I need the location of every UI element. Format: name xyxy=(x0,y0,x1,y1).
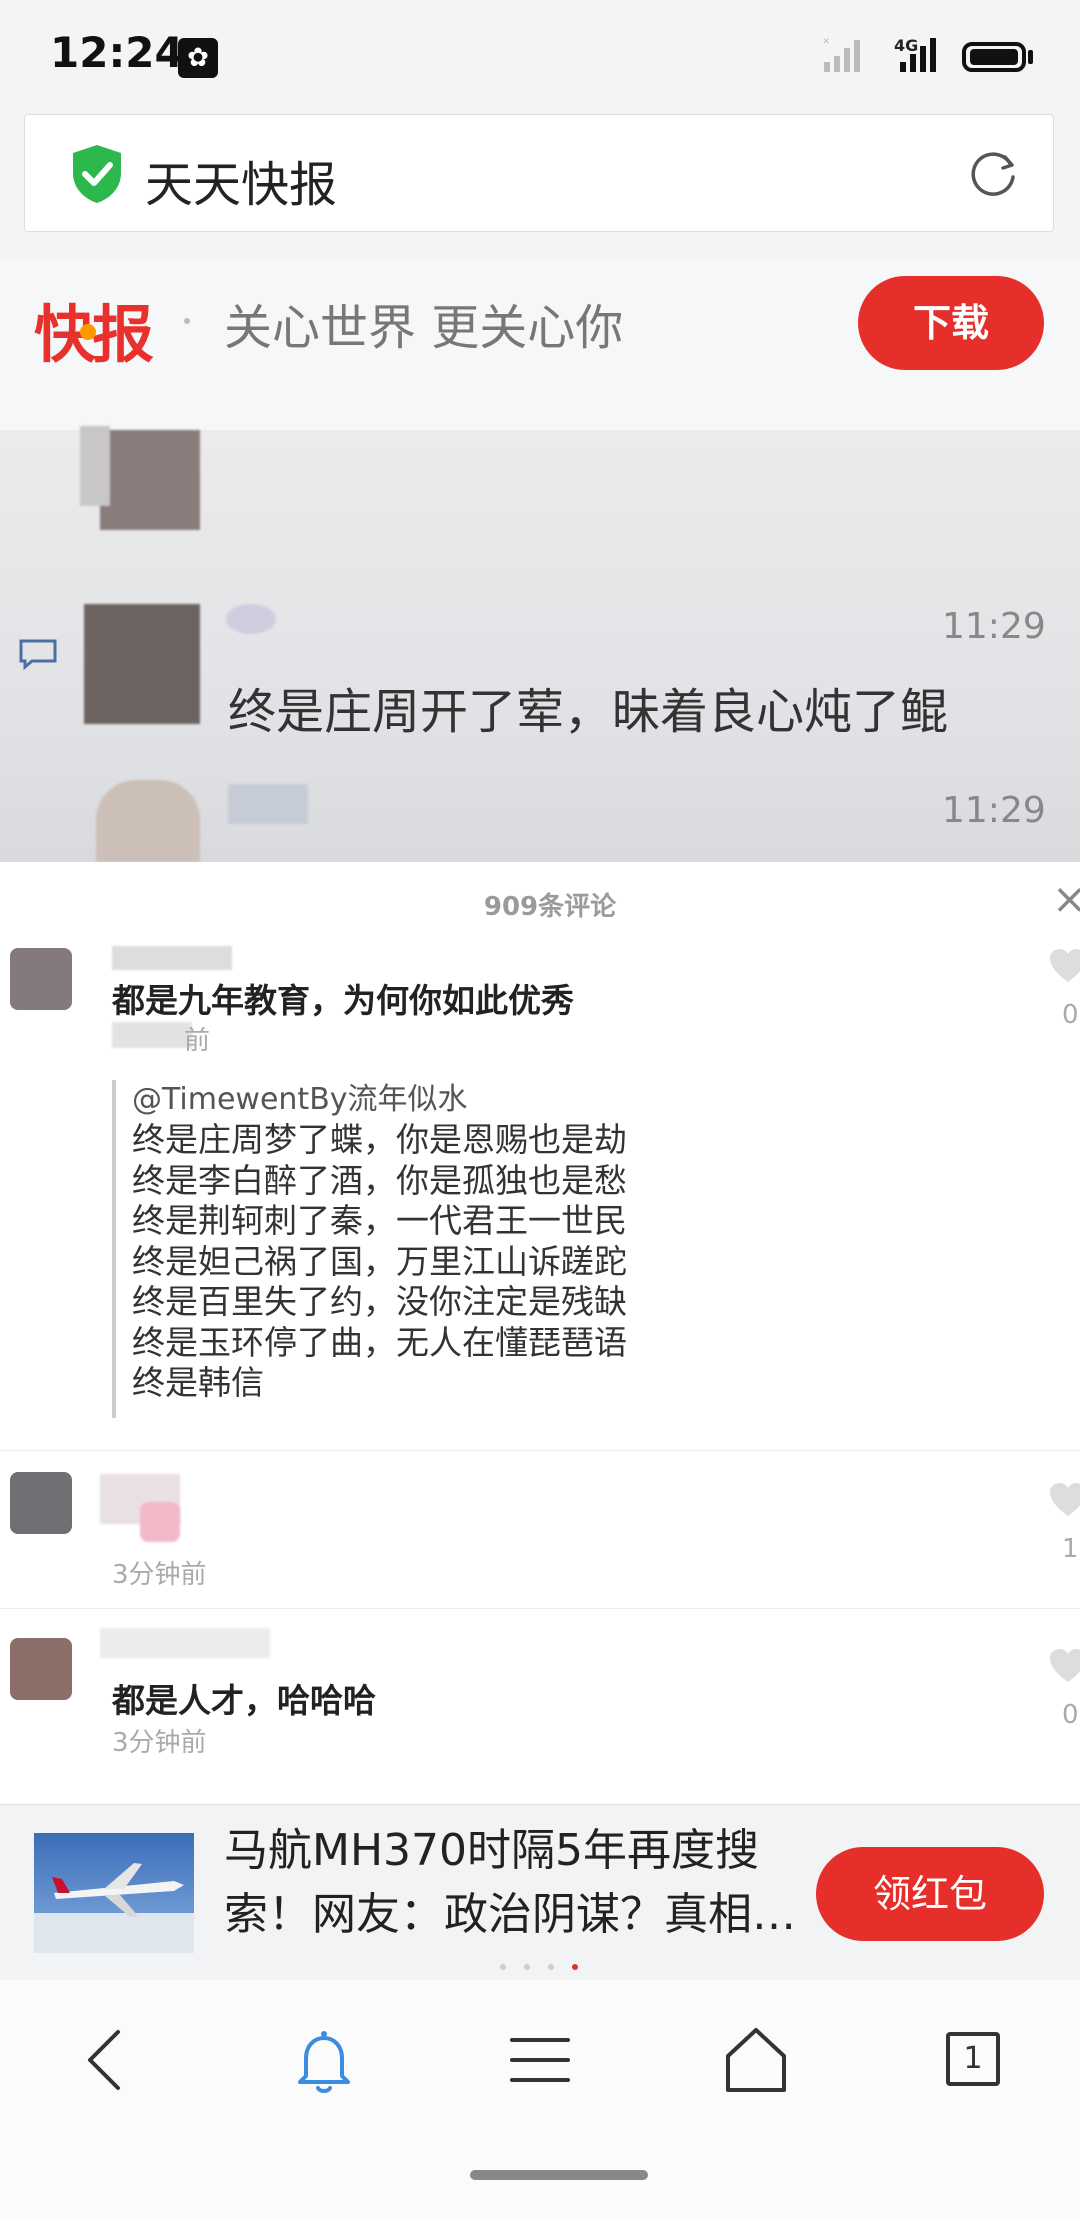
chat-screenshot-image: 11:29 终是庄周开了荤，昧着良心炖了鲲 11:29 xyxy=(0,382,1080,862)
like-heart-icon[interactable] xyxy=(1048,1648,1080,1684)
news-headline-line-2: 索！网友：政治阴谋？真相… xyxy=(224,1889,796,1940)
red-packet-button[interactable]: 领红包 xyxy=(816,1847,1044,1941)
blurred-name xyxy=(228,784,308,824)
chat-top-strip xyxy=(0,382,1080,430)
like-count: 1 xyxy=(1062,1534,1079,1564)
blurred-time xyxy=(112,1022,192,1048)
comments-panel: 909条评论 × 都是九年教育，为何你如此优秀 前 0 @TimewentBy流… xyxy=(0,862,1080,1804)
quoted-reply: @TimewentBy流年似水 终是庄周梦了蝶，你是恩赐也是劫 终是李白醉了酒，… xyxy=(112,1080,712,1418)
airplane-image xyxy=(34,1863,194,1953)
home-indicator[interactable] xyxy=(470,2170,648,2180)
home-icon[interactable] xyxy=(716,2020,796,2100)
battery-icon xyxy=(962,42,1026,72)
battery-tip xyxy=(1028,50,1033,64)
blurred-avatar xyxy=(84,604,200,724)
comment-time: 3分钟前 xyxy=(112,1728,207,1758)
notification-bell-icon[interactable] xyxy=(284,2020,364,2100)
banner-slogan: 关心世界 更关心你 xyxy=(224,300,624,356)
blurred-username xyxy=(100,1628,270,1658)
comment-text: 都是人才，哈哈哈 xyxy=(112,1681,376,1720)
app-download-banner: 快报 关心世界 更关心你 下载 xyxy=(0,258,1080,383)
blurred-name xyxy=(226,604,276,634)
commenter-avatar[interactable] xyxy=(10,1638,72,1700)
tabs-count: 1 xyxy=(946,2032,1000,2086)
commenter-avatar[interactable] xyxy=(10,948,72,1010)
news-headline[interactable]: 马航MH370时隔5年再度搜 索！网友：政治阴谋？真相… xyxy=(224,1819,814,1947)
carousel-dot xyxy=(500,1964,506,1970)
commenter-avatar[interactable] xyxy=(10,1472,72,1534)
quoted-line: 终是韩信 xyxy=(132,1363,264,1402)
bottom-navigation: 1 xyxy=(0,1980,1080,2220)
chat-time-2: 11:29 xyxy=(942,790,1046,831)
reload-icon[interactable] xyxy=(965,145,1021,201)
like-heart-icon[interactable] xyxy=(1048,1482,1080,1518)
security-shield-icon xyxy=(73,145,121,203)
signal-sim1-icon: × xyxy=(822,36,860,72)
comments-count: 909条评论 xyxy=(483,892,617,922)
sticker-image xyxy=(140,1502,180,1542)
like-heart-icon[interactable] xyxy=(1048,948,1080,984)
like-count: 0 xyxy=(1062,1700,1079,1730)
quoted-line: 终是庄周梦了蝶，你是恩赐也是劫 xyxy=(132,1120,627,1159)
chat-message-1: 终是庄周开了荤，昧着良心炖了鲲 xyxy=(228,684,949,740)
comment-time: 前 xyxy=(184,1026,211,1056)
address-bar: 天天快报 xyxy=(0,112,1080,258)
page-title: 天天快报 xyxy=(145,157,338,213)
quoted-line: 终是玉环停了曲，无人在懂琵琶语 xyxy=(132,1322,627,1362)
signal-sim2-icon xyxy=(900,38,936,72)
quoted-line: 终是荆轲刺了秦，一代君王一世民 xyxy=(132,1201,627,1240)
comment-time: 3分钟前 xyxy=(112,1560,207,1590)
news-promo-bar[interactable]: 马航MH370时隔5年再度搜 索！网友：政治阴谋？真相… 领红包 xyxy=(0,1804,1080,1981)
blurred-username xyxy=(112,946,232,970)
carousel-dots xyxy=(500,1955,596,1974)
blurred-avatar-edge xyxy=(80,426,110,506)
logo-dot xyxy=(80,324,96,340)
comment-divider xyxy=(0,1608,1080,1609)
comment-text: 都是九年教育，为何你如此优秀 xyxy=(112,981,574,1020)
carousel-dot xyxy=(524,1964,530,1970)
quoted-line: 终是妲己祸了国，万里江山诉蹉跎 xyxy=(132,1241,627,1281)
quoted-line: 终是百里失了约，没你注定是残缺 xyxy=(132,1282,627,1321)
banner-separator xyxy=(184,318,190,324)
address-field[interactable]: 天天快报 xyxy=(24,114,1054,232)
news-thumbnail[interactable] xyxy=(34,1833,194,1953)
carousel-dot xyxy=(548,1964,554,1970)
svg-text:×: × xyxy=(822,36,830,47)
news-headline-line-1: 马航MH370时隔5年再度搜 xyxy=(224,1825,760,1876)
like-count: 0 xyxy=(1062,1000,1079,1030)
carousel-dot-active xyxy=(572,1964,578,1970)
uc-browser-icon: ✿ xyxy=(178,38,218,78)
menu-icon[interactable] xyxy=(500,2020,580,2100)
status-bar: 12:24 ✿ × 4G xyxy=(0,0,1080,112)
back-icon[interactable] xyxy=(66,2020,146,2100)
quoted-line: 终是李白醉了酒，你是孤独也是愁 xyxy=(132,1160,627,1200)
tabs-button[interactable]: 1 xyxy=(932,2020,1012,2100)
close-icon[interactable]: × xyxy=(1052,874,1080,923)
download-button[interactable]: 下载 xyxy=(858,276,1044,370)
quoted-author[interactable]: @TimewentBy流年似水 xyxy=(132,1080,712,1120)
blurred-avatar xyxy=(100,430,200,530)
chat-bubble-icon xyxy=(19,639,57,670)
kuaibao-logo: 快报 xyxy=(34,284,154,374)
blurred-avatar xyxy=(96,780,200,862)
comment-divider xyxy=(0,1450,1080,1451)
status-time: 12:24 xyxy=(50,28,184,77)
chat-time-1: 11:29 xyxy=(942,606,1046,647)
